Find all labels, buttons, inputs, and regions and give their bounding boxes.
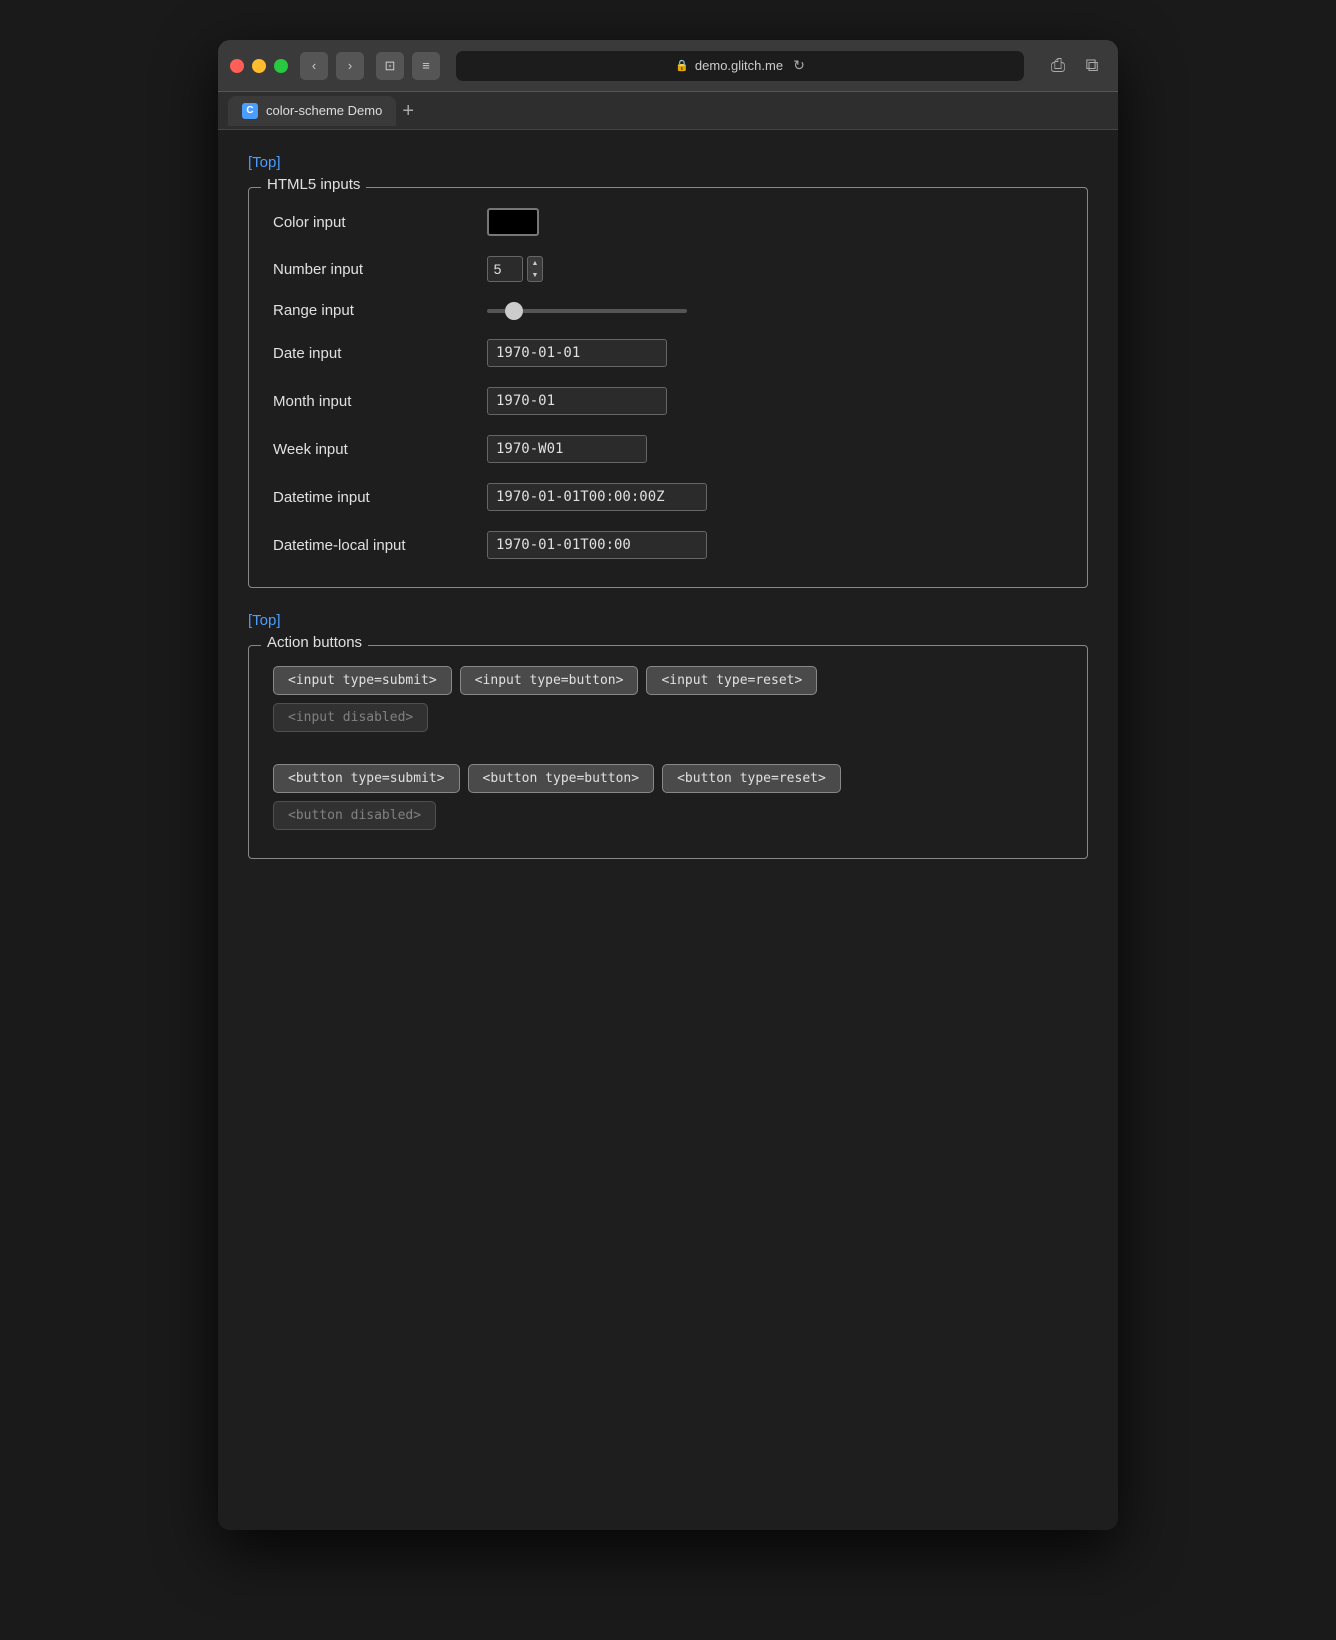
spinner-up[interactable]: ▲ (528, 257, 542, 269)
button-rows: <input type=submit> <input type=button> … (273, 666, 1063, 830)
browser-window: ‹ › ⊡ ≡ 🔒 demo.glitch.me ↻ ⎙ ⧉ C color-s… (218, 40, 1118, 1530)
button-reset-btn[interactable]: <button type=reset> (662, 764, 841, 793)
range-input[interactable] (487, 309, 687, 313)
color-input-row: Color input (273, 208, 1063, 236)
input-reset-btn[interactable]: <input type=reset> (646, 666, 817, 695)
url-text: demo.glitch.me (695, 58, 783, 73)
week-input-row: Week input (273, 435, 1063, 463)
datetime-local-input-row: Datetime-local input (273, 531, 1063, 559)
datetime-local-input[interactable] (487, 531, 707, 559)
input-disabled-btn: <input disabled> (273, 703, 428, 732)
title-bar: ‹ › ⊡ ≡ 🔒 demo.glitch.me ↻ ⎙ ⧉ (218, 40, 1118, 92)
spacer (273, 740, 1063, 756)
tab-bar: C color-scheme Demo + (218, 92, 1118, 130)
range-label: Range input (273, 302, 473, 319)
number-label: Number input (273, 261, 473, 278)
address-bar[interactable]: 🔒 demo.glitch.me ↻ (456, 51, 1024, 81)
share-button[interactable]: ⎙ (1044, 52, 1072, 80)
action-buttons-section: Action buttons <input type=submit> <inpu… (248, 645, 1088, 859)
html5-legend: HTML5 inputs (261, 176, 366, 193)
color-input[interactable] (487, 208, 539, 236)
close-button[interactable] (230, 59, 244, 73)
top-link-1[interactable]: [Top] (248, 154, 281, 171)
datetime-label: Datetime input (273, 489, 473, 506)
date-input-row: Date input (273, 339, 1063, 367)
week-input[interactable] (487, 435, 647, 463)
button-disabled-btn: <button disabled> (273, 801, 436, 830)
datetime-local-label: Datetime-local input (273, 537, 473, 554)
month-label: Month input (273, 393, 473, 410)
number-input[interactable] (487, 256, 523, 282)
button-buttons-row-1: <button type=submit> <button type=button… (273, 764, 1063, 793)
maximize-button[interactable] (274, 59, 288, 73)
forward-button[interactable]: › (336, 52, 364, 80)
minimize-button[interactable] (252, 59, 266, 73)
active-tab[interactable]: C color-scheme Demo (228, 96, 396, 126)
back-button[interactable]: ‹ (300, 52, 328, 80)
html5-inputs-section: HTML5 inputs Color input Number input ▲ … (248, 187, 1088, 588)
traffic-lights (230, 59, 288, 73)
reload-button[interactable]: ↻ (793, 57, 805, 74)
number-input-row: Number input ▲ ▼ (273, 256, 1063, 282)
number-spinner[interactable]: ▲ ▼ (527, 256, 543, 282)
menu-button[interactable]: ≡ (412, 52, 440, 80)
tabs-button[interactable]: ⧉ (1078, 52, 1106, 80)
button-button-btn[interactable]: <button type=button> (468, 764, 655, 793)
week-label: Week input (273, 441, 473, 458)
tab-favicon: C (242, 103, 258, 119)
input-buttons-row-1: <input type=submit> <input type=button> … (273, 666, 1063, 695)
range-input-row: Range input (273, 302, 1063, 319)
number-input-group: ▲ ▼ (487, 256, 543, 282)
new-tab-button[interactable]: + (402, 101, 414, 121)
top-link-2[interactable]: [Top] (248, 612, 281, 629)
input-submit-btn[interactable]: <input type=submit> (273, 666, 452, 695)
button-submit-btn[interactable]: <button type=submit> (273, 764, 460, 793)
datetime-input[interactable] (487, 483, 707, 511)
button-buttons-row-2: <button disabled> (273, 801, 1063, 830)
date-input[interactable] (487, 339, 667, 367)
tab-title: color-scheme Demo (266, 103, 382, 118)
lock-icon: 🔒 (675, 59, 689, 72)
page-content: [Top] HTML5 inputs Color input Number in… (218, 130, 1118, 1530)
month-input[interactable] (487, 387, 667, 415)
color-label: Color input (273, 214, 473, 231)
spinner-down[interactable]: ▼ (528, 269, 542, 281)
date-label: Date input (273, 345, 473, 362)
input-button-btn[interactable]: <input type=button> (460, 666, 639, 695)
action-legend: Action buttons (261, 634, 368, 651)
datetime-input-row: Datetime input (273, 483, 1063, 511)
sidebar-button[interactable]: ⊡ (376, 52, 404, 80)
month-input-row: Month input (273, 387, 1063, 415)
input-buttons-row-2: <input disabled> (273, 703, 1063, 732)
toolbar-icons: ⎙ ⧉ (1044, 52, 1106, 80)
